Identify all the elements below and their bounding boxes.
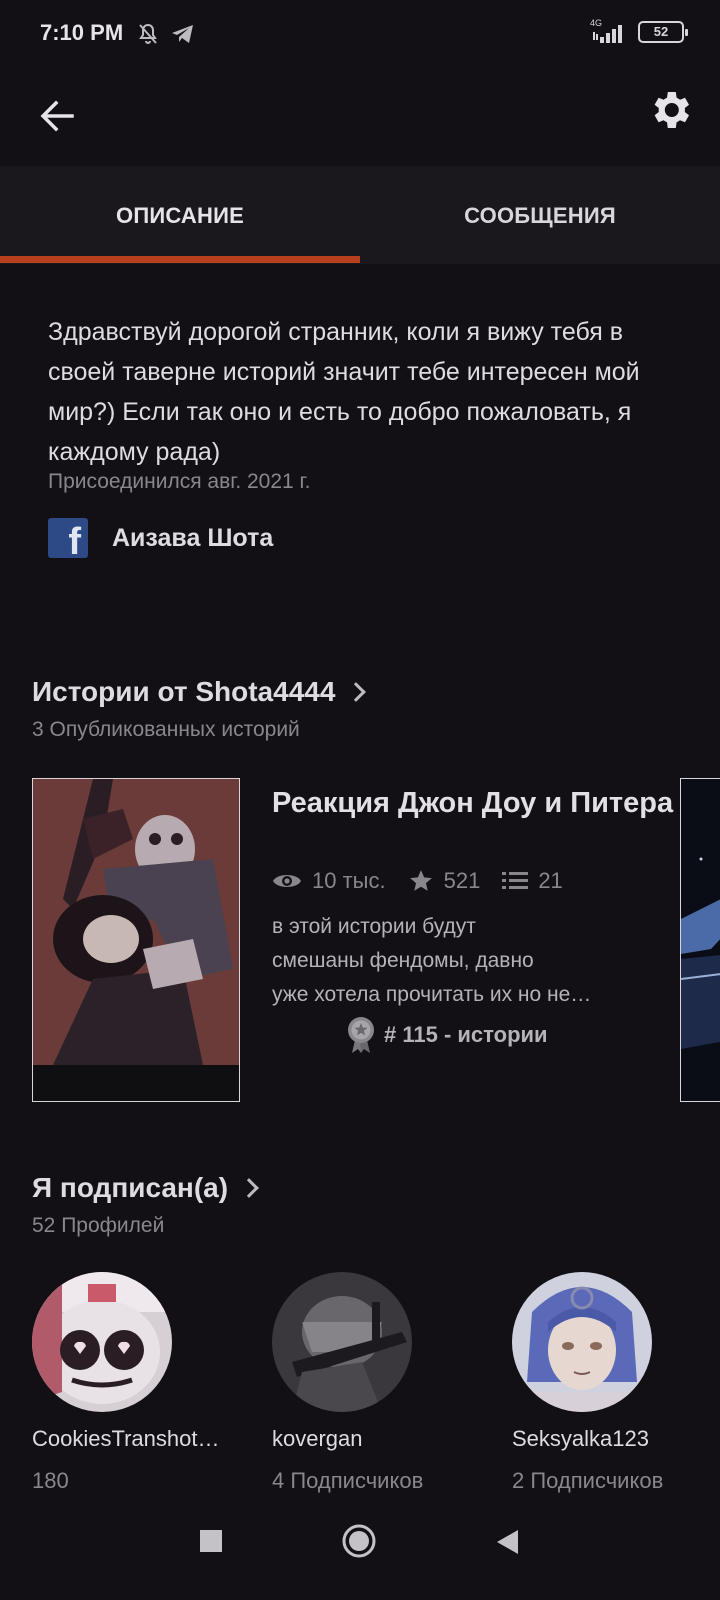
status-system-icons: 4G 52 bbox=[590, 18, 688, 44]
votes-count: 521 bbox=[443, 868, 481, 893]
story-title[interactable]: Реакция Джон Доу и Питера bbox=[272, 784, 692, 822]
story-cover[interactable] bbox=[32, 778, 240, 1102]
story-description-line: уже хотела прочитать их но не… bbox=[272, 983, 592, 1006]
back-triangle-icon bbox=[497, 1530, 518, 1554]
avatar bbox=[512, 1272, 652, 1412]
star-icon bbox=[409, 870, 432, 891]
avatar bbox=[32, 1272, 172, 1412]
following-profile[interactable]: Seksyalka123 2 Подписчиков bbox=[512, 1272, 720, 1494]
profile-followers: 2 Подписчиков bbox=[512, 1468, 664, 1493]
profile-name: CookiesTranshot… bbox=[32, 1426, 220, 1451]
gear-icon bbox=[654, 92, 689, 128]
views-stat: 10 тыс. bbox=[272, 868, 386, 894]
back-button[interactable] bbox=[34, 92, 82, 140]
status-bar: 7:10 PM 4G 52 bbox=[0, 0, 720, 72]
story-cover-image bbox=[33, 779, 239, 1065]
profile-name: Seksyalka123 bbox=[512, 1426, 649, 1451]
stories-title: Истории от Shota4444 bbox=[32, 676, 336, 707]
status-notification-icons bbox=[136, 22, 196, 46]
muted-bell-icon bbox=[139, 23, 157, 44]
chevron-right-icon bbox=[346, 682, 367, 702]
story-description: в этой истории будут смешаны фендомы, да… bbox=[272, 910, 642, 1012]
parts-stat: 21 bbox=[502, 868, 563, 894]
profile-followers: 180 bbox=[32, 1468, 69, 1493]
profile-name: kovergan bbox=[272, 1426, 363, 1451]
recents-button[interactable] bbox=[198, 1528, 224, 1559]
facebook-icon: f bbox=[48, 518, 88, 558]
rank-label: # 115 - истории bbox=[384, 1022, 548, 1047]
following-count: 52 Профилей bbox=[32, 1214, 165, 1237]
chevron-right-icon bbox=[239, 1178, 259, 1198]
active-tab-indicator bbox=[0, 256, 360, 263]
following-header[interactable]: Я подписан(а) bbox=[32, 1172, 259, 1204]
app-bar bbox=[0, 72, 720, 164]
story-rank[interactable]: # 115 - истории bbox=[346, 1016, 548, 1054]
home-button[interactable] bbox=[340, 1522, 378, 1565]
system-nav-bar bbox=[0, 1508, 720, 1600]
profile-tabs: ОПИСАНИЕ СООБЩЕНИЯ bbox=[0, 166, 720, 264]
story-cover-next[interactable] bbox=[680, 778, 720, 1102]
profile-bio: Здравствуй дорогой странник, коли я вижу… bbox=[48, 318, 640, 466]
joined-date: Присоединился авг. 2021 г. bbox=[48, 470, 311, 493]
views-count: 10 тыс. bbox=[312, 868, 386, 893]
following-profile[interactable]: CookiesTranshot… 180 bbox=[32, 1272, 242, 1494]
signal-icon: 4G bbox=[590, 18, 628, 44]
system-back-button[interactable] bbox=[494, 1528, 520, 1561]
parts-count: 21 bbox=[538, 868, 563, 893]
story-description-line: смешаны фендомы, давно bbox=[272, 949, 534, 972]
telegram-icon bbox=[172, 25, 193, 43]
battery-level: 52 bbox=[653, 24, 669, 39]
story-stats: 10 тыс. 521 21 bbox=[272, 868, 585, 894]
eye-icon bbox=[273, 875, 301, 887]
stories-count: 3 Опубликованных историй bbox=[32, 718, 300, 741]
following-profile[interactable]: kovergan 4 Подписчиков bbox=[272, 1272, 482, 1494]
facebook-name: Аизава Шота bbox=[112, 523, 274, 552]
facebook-link[interactable]: f Аизава Шота bbox=[48, 518, 273, 558]
network-type: 4G bbox=[590, 18, 603, 28]
tab-description[interactable]: ОПИСАНИЕ bbox=[0, 166, 360, 264]
status-time: 7:10 PM bbox=[40, 20, 124, 45]
tab-messages[interactable]: СООБЩЕНИЯ bbox=[360, 166, 720, 264]
votes-stat: 521 bbox=[408, 868, 481, 894]
list-icon bbox=[502, 872, 529, 889]
recents-square-icon bbox=[200, 1530, 222, 1552]
settings-button[interactable] bbox=[646, 86, 694, 134]
profile-followers: 4 Подписчиков bbox=[272, 1468, 424, 1493]
avatar bbox=[272, 1272, 412, 1412]
battery-icon: 52 bbox=[638, 21, 688, 43]
back-arrow-icon bbox=[40, 100, 74, 132]
medal-icon bbox=[348, 1017, 374, 1053]
stories-header[interactable]: Истории от Shota4444 bbox=[32, 676, 367, 708]
following-title: Я подписан(а) bbox=[32, 1172, 229, 1203]
home-circle-icon bbox=[342, 1524, 376, 1558]
story-description-line: в этой истории будут bbox=[272, 915, 476, 938]
